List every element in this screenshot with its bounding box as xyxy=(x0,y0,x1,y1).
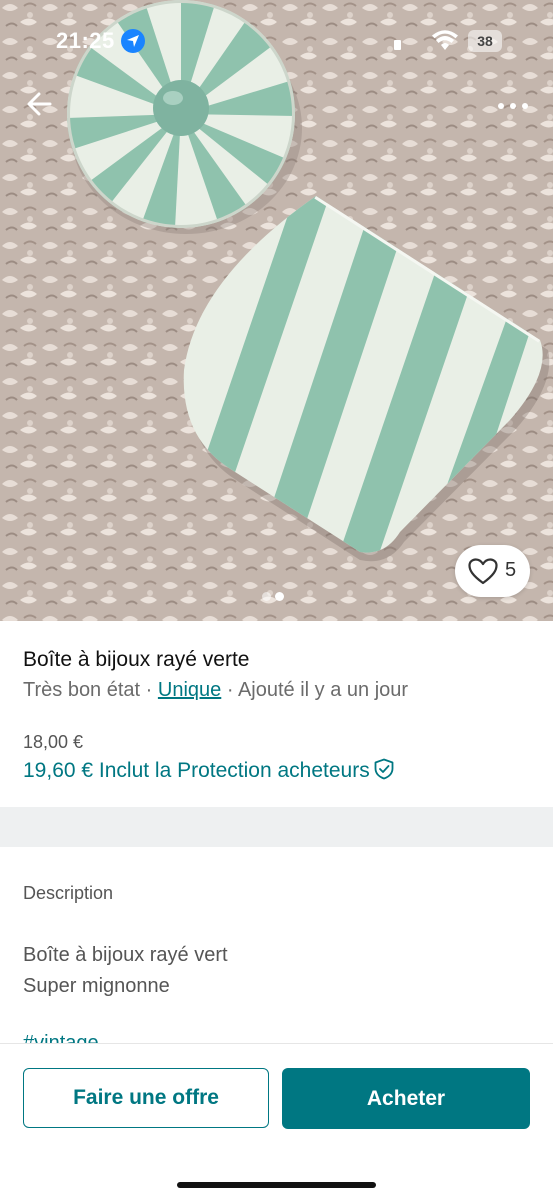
battery-icon: 38 xyxy=(468,30,502,52)
image-pagination xyxy=(262,588,288,606)
home-indicator xyxy=(177,1182,376,1188)
buy-button[interactable]: Acheter xyxy=(282,1068,530,1129)
item-added: Ajouté il y a un jour xyxy=(237,679,409,701)
description-text: Super mignonne xyxy=(23,975,170,997)
favorite-button[interactable]: 5 xyxy=(455,545,530,597)
favorite-count: 5 xyxy=(505,559,517,581)
wifi-icon xyxy=(432,30,458,50)
item-condition: Très bon état xyxy=(23,679,141,701)
shield-check-icon xyxy=(374,758,394,780)
signal-icon xyxy=(394,40,401,50)
pagination-dot[interactable] xyxy=(262,592,271,601)
meta-separator: · xyxy=(140,679,158,701)
more-options-button[interactable] xyxy=(492,94,532,118)
description-heading: Description xyxy=(23,883,114,903)
pagination-dot-active[interactable] xyxy=(275,592,284,601)
jewelry-box-image xyxy=(0,0,553,621)
item-price: 18,00 € xyxy=(23,732,84,752)
section-separator xyxy=(0,807,553,847)
make-offer-button[interactable]: Faire une offre xyxy=(23,1068,269,1128)
protection-price-label: 19,60 € Inclut la Protection acheteurs xyxy=(23,759,370,782)
meta-separator: · xyxy=(221,679,238,701)
description-text: Boîte à bijoux rayé vert xyxy=(23,944,228,966)
location-arrow-icon xyxy=(121,29,145,53)
status-time: 21:25 xyxy=(56,28,115,53)
action-bar: Faire une offre Acheter xyxy=(0,1043,553,1201)
item-photo[interactable]: 21:25 38 5 xyxy=(0,0,553,621)
buyer-protection-price[interactable]: 19,60 € Inclut la Protection acheteurs xyxy=(23,758,395,783)
brand-link[interactable]: Unique xyxy=(158,679,221,701)
heart-icon xyxy=(468,558,498,585)
back-button[interactable] xyxy=(22,86,58,122)
status-bar: 21:25 38 xyxy=(0,0,553,80)
description-hashtag[interactable]: #vintage xyxy=(23,1033,99,1043)
back-arrow-icon xyxy=(27,92,52,116)
item-meta: Très bon état · Unique · Ajouté il y a u… xyxy=(23,679,408,702)
more-dots-icon xyxy=(498,103,528,109)
item-title: Boîte à bijoux rayé verte xyxy=(23,648,250,671)
